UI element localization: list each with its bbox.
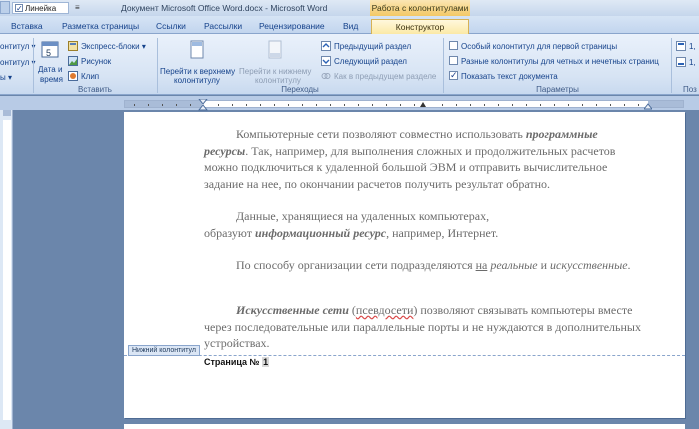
date-time-label-2: время: [40, 75, 63, 84]
next-section-label: Следующий раздел: [334, 57, 407, 66]
window-title: Документ Microsoft Office Word.docx - Mi…: [121, 3, 328, 13]
title-bar: ✓ Линейка ≡ Документ Microsoft Office Wo…: [0, 0, 699, 16]
page-number-dropdown[interactable]: ы ▾: [0, 73, 12, 82]
goto-footer-icon: [268, 40, 282, 59]
paragraph[interactable]: Компьютерные сети позволяют совместно ис…: [204, 126, 644, 192]
position-group-label: Поз: [683, 85, 697, 94]
goto-header-label-1: Перейти к верхнему: [160, 67, 236, 76]
previous-section-label: Предыдущий раздел: [334, 42, 412, 51]
vertical-ruler[interactable]: [0, 110, 13, 429]
header-dropdown[interactable]: онтитул ▾: [0, 42, 35, 51]
next-section-icon: [321, 56, 331, 66]
tab-design[interactable]: Конструктор: [371, 19, 469, 34]
odd-even-checkbox[interactable]: [449, 56, 458, 65]
header-position-value: 1,: [689, 42, 696, 51]
clip-label: Клип: [81, 72, 100, 81]
picture-label: Рисунок: [81, 57, 112, 66]
paragraph-text: Компьютерные сети позволяют совместно ис…: [236, 127, 526, 141]
paragraph[interactable]: Данные, хранящиеся на удаленных компьюте…: [204, 208, 644, 225]
link-icon: [321, 73, 331, 79]
show-text-checkbox[interactable]: [449, 70, 458, 81]
footer-page-number[interactable]: Страница № 1: [204, 357, 270, 367]
goto-footer-label-1: Перейти к нижнему: [239, 67, 312, 76]
tab-review[interactable]: Рецензирование: [259, 19, 325, 34]
ruler-toggle-label: Линейка: [25, 3, 57, 13]
ruler-right-margin: [648, 101, 683, 107]
ruler-toggle[interactable]: ✓ Линейка: [12, 2, 69, 14]
tab-insert[interactable]: Вставка: [11, 19, 43, 34]
odd-even-label: Разные колонтитулы для четных и нечетных…: [461, 57, 659, 66]
tab-view[interactable]: Вид: [343, 19, 358, 34]
checkbox-icon[interactable]: ✓: [15, 4, 23, 13]
tab-references[interactable]: Ссылки: [156, 19, 186, 34]
ruler-ticks: [134, 104, 639, 106]
show-text-label: Показать текст документа: [461, 72, 558, 81]
group-separator: [157, 38, 158, 93]
footer-boundary: [124, 355, 685, 356]
insert-group-label: Вставить: [78, 85, 112, 94]
tab-page-layout[interactable]: Разметка страницы: [62, 19, 139, 34]
quick-parts-icon: [68, 41, 78, 51]
page-label: Страница №: [204, 357, 263, 367]
paragraph-text: Данные, хранящиеся на удаленных компьюте…: [236, 209, 490, 223]
navigation-group-label: Переходы: [281, 85, 319, 94]
document-page[interactable]: Компьютерные сети позволяют совместно ис…: [124, 112, 685, 418]
paragraph[interactable]: Искусственные сети (псевдосети) позволяю…: [204, 302, 644, 352]
paragraph-text: (: [348, 303, 356, 317]
paragraph-text: и: [537, 258, 551, 272]
page-number-field[interactable]: 1: [262, 357, 270, 367]
emphasis-text: информационный ресурс: [254, 226, 387, 240]
italic-text: реальные: [490, 258, 538, 272]
first-page-checkbox[interactable]: [449, 41, 458, 50]
footer-dropdown[interactable]: онтитул ▾: [0, 58, 35, 67]
clip-art-icon: [68, 71, 78, 81]
contextual-tab-group-title: Работа с колонтитулами: [370, 0, 470, 16]
next-page: [124, 424, 685, 429]
paragraph-text: . Так, например, для выполнения сложных …: [204, 143, 616, 191]
underlined-text: на: [475, 258, 488, 272]
link-to-previous-label: Как в предыдущем разделе: [334, 72, 437, 81]
paragraph-text: По способу организации сети подразделяют…: [236, 258, 476, 272]
paragraph-text: образуют: [204, 226, 255, 240]
paragraph[interactable]: По способу организации сети подразделяют…: [204, 257, 644, 274]
paragraph-text: .: [627, 258, 631, 272]
footer-position-value: 1,: [689, 58, 696, 67]
group-separator: [33, 38, 34, 93]
quick-parts-label: Экспресс-блоки ▾: [81, 42, 146, 51]
tab-mailings[interactable]: Рассылки: [204, 19, 242, 34]
paragraph[interactable]: образуют информационный ресурс, например…: [204, 225, 644, 242]
paragraph-text: , например, Интернет.: [386, 226, 499, 240]
quick-access-button[interactable]: [0, 1, 10, 14]
footer-position-icon: [676, 57, 686, 67]
goto-header-icon: [190, 40, 204, 59]
italic-text: искусственные: [550, 258, 628, 272]
calendar-icon: 5: [41, 41, 59, 58]
group-separator: [671, 38, 672, 93]
ribbon-tabs: Вставка Разметка страницы Ссылки Рассылк…: [0, 16, 699, 34]
options-group-label: Параметры: [536, 85, 579, 94]
customize-qat-icon[interactable]: ≡: [75, 3, 80, 12]
footer-tag: Нижний колонтитул: [128, 345, 200, 356]
group-separator: [443, 38, 444, 93]
previous-section-icon: [321, 41, 331, 51]
date-time-label-1: Дата и: [38, 65, 63, 74]
first-page-label: Особый колонтитул для первой страницы: [461, 42, 618, 51]
header-position-icon: [676, 41, 686, 51]
emphasis-text: Искусственные сети: [236, 303, 349, 317]
misspelled-text: псевдосети: [355, 303, 414, 317]
picture-icon: [68, 56, 78, 66]
svg-text:5: 5: [46, 48, 51, 58]
